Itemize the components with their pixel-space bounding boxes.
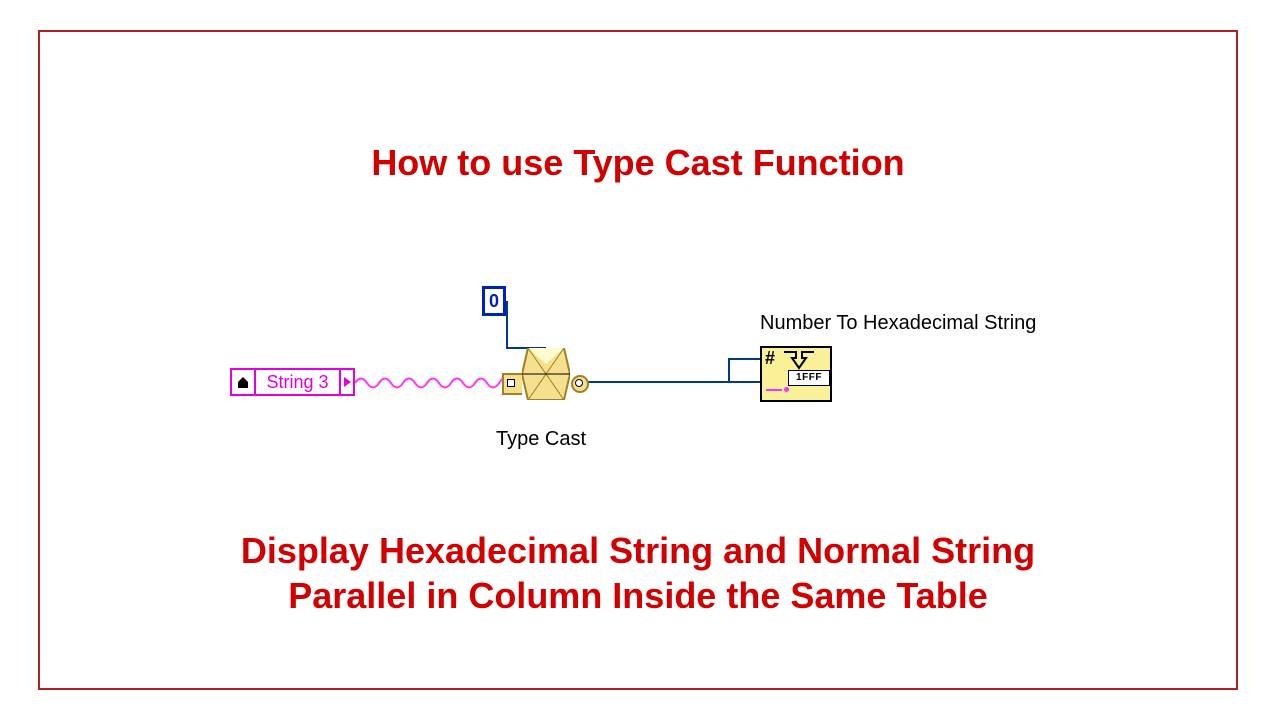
typecast-node[interactable] (522, 348, 570, 400)
number-to-hex-string-node[interactable]: # 1FFF (760, 346, 832, 402)
numeric-wire-into-hex (728, 358, 760, 360)
hex-node-title: Number To Hexadecimal String (760, 312, 1036, 335)
string-output-indicator-dot (784, 387, 789, 392)
string-output-indicator-line (766, 389, 782, 391)
local-variable-icon (232, 370, 256, 394)
hex-value-display: 1FFF (788, 370, 830, 386)
numeric-wire-up (728, 358, 730, 383)
block-diagram: String 3 0 Type Cast (230, 280, 1050, 480)
typecast-input-hole (507, 379, 515, 387)
convert-arrow-icon (782, 350, 816, 370)
typecast-label: Type Cast (496, 428, 586, 451)
page-title: How to use Type Cast Function (40, 142, 1236, 184)
typecast-output-hole (575, 379, 583, 387)
hash-icon: # (765, 348, 775, 369)
string-wire (355, 374, 505, 392)
string-control-terminal[interactable]: String 3 (230, 368, 355, 396)
string-control-label: String 3 (256, 372, 339, 393)
output-arrow-icon (339, 370, 353, 394)
slide-frame: How to use Type Cast Function String 3 0 (38, 30, 1238, 690)
numeric-wire-to-hex (588, 381, 760, 383)
page-subtitle: Display Hexadecimal String and Normal St… (40, 528, 1236, 618)
numeric-wire-vertical (506, 301, 508, 349)
numeric-constant-zero[interactable]: 0 (482, 286, 506, 316)
